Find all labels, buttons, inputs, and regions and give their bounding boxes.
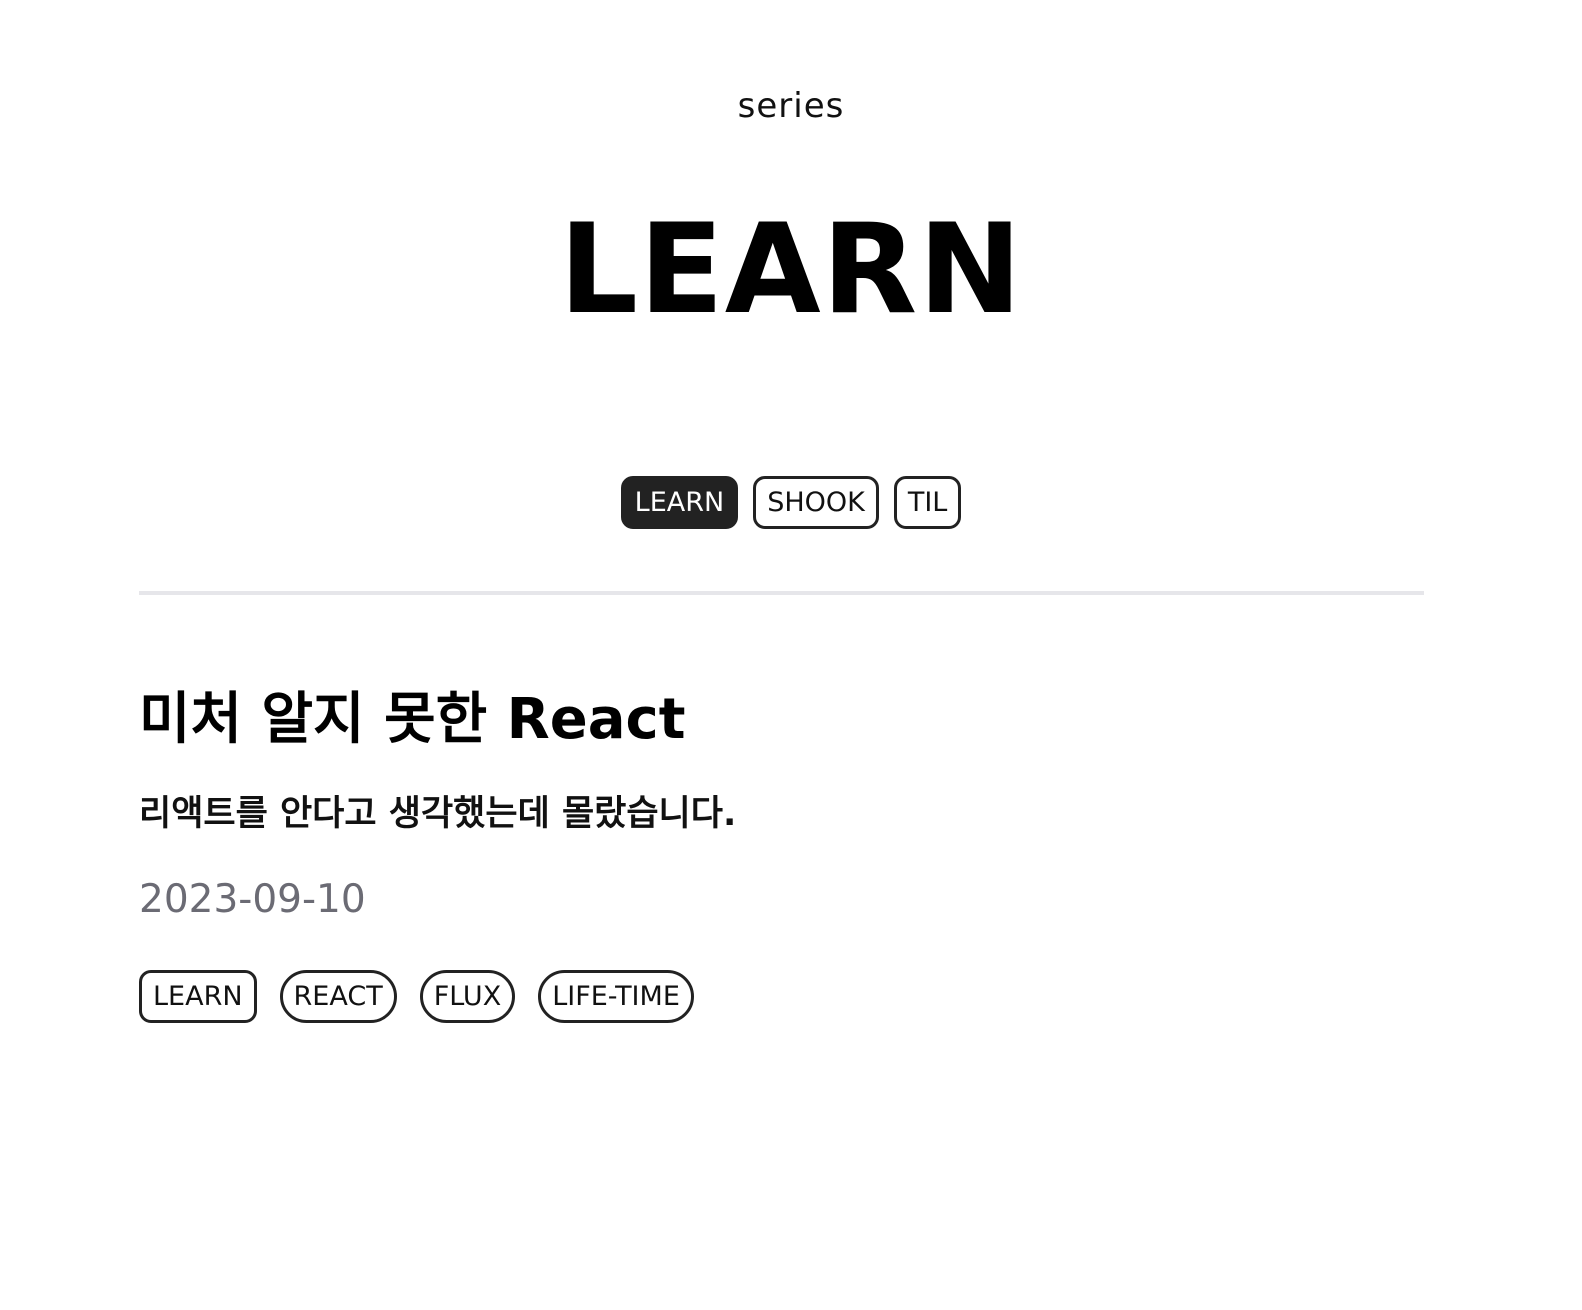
tag-flux[interactable]: FLUX: [419, 970, 516, 1023]
series-tab-list: LEARN SHOOK TIL: [0, 476, 1582, 529]
post-date: 2023-09-10: [139, 877, 366, 922]
tab-series-til[interactable]: TIL: [893, 476, 962, 529]
tag-react[interactable]: REACT: [279, 970, 397, 1023]
tab-series-shook[interactable]: SHOOK: [753, 476, 879, 529]
post-description: 리액트를 안다고 생각했는데 몰랐습니다.: [139, 794, 737, 834]
series-title: LEARN: [559, 198, 1023, 342]
tag-learn[interactable]: LEARN: [139, 970, 257, 1023]
tag-life-time[interactable]: LIFE-TIME: [538, 970, 694, 1023]
series-page: series LEARN LEARN SHOOK TIL 미처 알지 못한 Re…: [0, 0, 1582, 1310]
tab-series-learn[interactable]: LEARN: [620, 476, 739, 529]
section-divider: [139, 591, 1424, 595]
post-tag-list: LEARN REACT FLUX LIFE-TIME: [139, 970, 1424, 1023]
post-title[interactable]: 미처 알지 못한 React: [139, 680, 1424, 760]
post-card: 미처 알지 못한 React 리액트를 안다고 생각했는데 몰랐습니다. 202…: [139, 680, 1424, 1023]
series-kicker: series: [737, 86, 845, 126]
